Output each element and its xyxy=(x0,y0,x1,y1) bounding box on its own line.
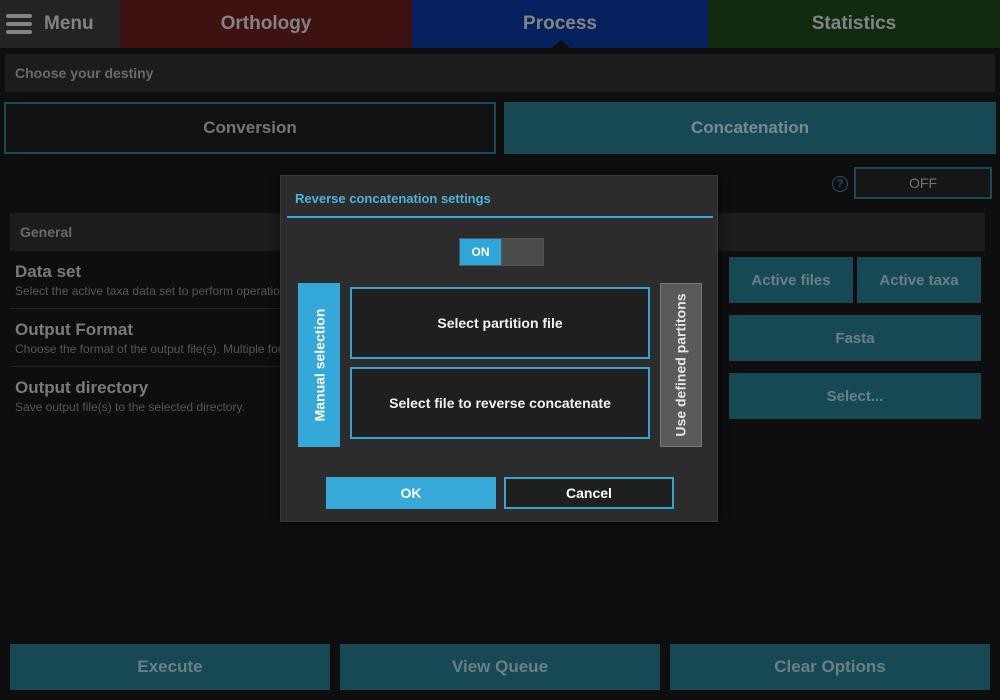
switch-track xyxy=(501,239,543,265)
partition-mode-switch[interactable]: ON xyxy=(459,238,544,266)
select-reverse-file-button[interactable]: Select file to reverse concatenate xyxy=(350,367,650,439)
manual-selection-button[interactable]: Manual selection xyxy=(298,283,340,447)
dialog-title: Reverse concatenation settings xyxy=(295,191,491,206)
use-defined-partitions-button[interactable]: Use defined partitons xyxy=(660,283,702,447)
manual-selection-label: Manual selection xyxy=(311,308,327,422)
dialog-title-underline xyxy=(287,216,713,218)
switch-on-label: ON xyxy=(460,239,501,265)
select-partition-file-button[interactable]: Select partition file xyxy=(350,287,650,359)
reverse-concatenation-dialog: Reverse concatenation settings ON Manual… xyxy=(280,175,718,522)
ok-button[interactable]: OK xyxy=(326,477,496,509)
app-window: Menu Orthology Process Statistics Choose… xyxy=(0,0,1000,700)
use-defined-partitions-label: Use defined partitons xyxy=(673,293,690,437)
cancel-button[interactable]: Cancel xyxy=(504,477,674,509)
